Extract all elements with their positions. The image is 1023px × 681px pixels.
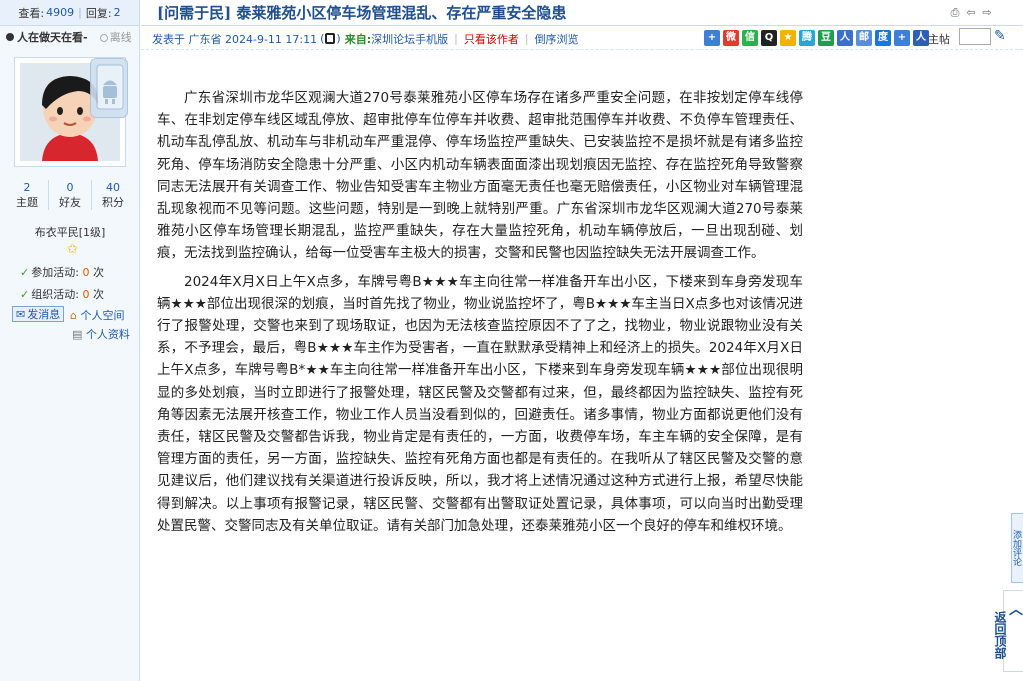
next-thread-icon[interactable]: ⇨ (981, 7, 993, 19)
post-content: 广东省深圳市龙华区观澜大道270号泰莱雅苑小区停车场存在诸多严重安全问题，在非按… (157, 87, 803, 543)
chevron-up-icon: ︿ (1009, 602, 1023, 618)
share-qzone-icon[interactable]: ★ (780, 30, 796, 46)
post-main: [问需于民] 泰莱雅苑小区停车场管理混乱、存在严重安全隐患 ⎙ ⇦ ⇨ 发表于 … (141, 0, 1023, 681)
offline-status: 离线 (99, 29, 132, 45)
leaf-icon: ✓ (20, 288, 30, 301)
online-status-icon (6, 33, 14, 41)
send-message-button[interactable]: ✉ 发消息 (12, 306, 65, 322)
post-paragraph: 2024年X月X日上午X点多，车牌号粤B★★★车主向往常一样准备开车出小区，下楼… (157, 273, 803, 534)
profile-icon: ▤ (72, 328, 83, 341)
personal-space-link[interactable]: ⌂ 个人空间 (70, 307, 124, 323)
join-activities: ✓ 参加活动: 0 次 (20, 266, 104, 279)
prev-thread-icon[interactable]: ⇦ (965, 7, 977, 19)
share-weibo-icon[interactable]: 微 (723, 30, 739, 46)
share-more-icon[interactable]: + (894, 30, 910, 46)
replies-label: 回复: (85, 6, 112, 20)
post-title-bar: [问需于民] 泰莱雅苑小区停车场管理混乱、存在严重安全隐患 (141, 0, 1023, 26)
posted-info: 发表于 广东省 2024-9-11 17:11 (152, 32, 318, 46)
author-stats: 2 主题 0 好友 40 积分 (6, 180, 134, 210)
only-author-link[interactable]: 只看该作者 (464, 31, 519, 47)
share-qq-icon[interactable]: Q (761, 30, 777, 46)
replies-value: 2 (113, 6, 121, 19)
author-sidebar: 查看: 4909 | 回复: 2 人在做天在看- 离线 2 主题 0 好友 40… (0, 0, 140, 681)
stat-friends[interactable]: 0 好友 (48, 180, 91, 210)
mobile-android-icon (90, 58, 128, 118)
reverse-browse-link[interactable]: 倒序浏览 (535, 31, 579, 47)
home-icon: ⌂ (70, 309, 77, 322)
stat-topics[interactable]: 2 主题 (6, 180, 48, 210)
share-renren-icon[interactable]: 人 (837, 30, 853, 46)
print-icon[interactable]: ⎙ (949, 7, 961, 19)
thread-stats-bar: 查看: 4909 | 回复: 2 (0, 0, 139, 26)
back-to-top-button[interactable]: ︿ 返回顶部 (993, 590, 1023, 672)
views-value: 4909 (46, 6, 75, 19)
share-baidu-icon[interactable]: 度 (875, 30, 891, 46)
share-add-icon[interactable]: + (704, 30, 720, 46)
title-tools: ⎙ ⇦ ⇨ (949, 7, 993, 19)
share-toolbar: + 微 信 Q ★ 腾 豆 人 邮 度 + 人 (704, 30, 929, 46)
go-pencil-icon[interactable]: ✎ (994, 28, 1006, 44)
share-tencent-weibo-icon[interactable]: 腾 (799, 30, 815, 46)
phone-icon (325, 33, 336, 44)
share-people-icon[interactable]: 人 (913, 30, 929, 46)
offline-icon (99, 34, 108, 42)
add-comment-float[interactable]: 添加评论 (1011, 513, 1023, 583)
envelope-icon: ✉ (16, 307, 26, 321)
floor-jump-input[interactable] (959, 28, 991, 45)
from-label: 来自: (344, 32, 372, 46)
page: 查看: 4909 | 回复: 2 人在做天在看- 离线 2 主题 0 好友 40… (0, 0, 1023, 681)
share-wechat-icon[interactable]: 信 (742, 30, 758, 46)
author-rank: 布衣平民[1级] (34, 226, 106, 239)
share-douban-icon[interactable]: 豆 (818, 30, 834, 46)
stat-points[interactable]: 40 积分 (91, 180, 134, 210)
views-label: 查看: (18, 6, 45, 20)
post-paragraph: 广东省深圳市龙华区观澜大道270号泰莱雅苑小区停车场存在诸多严重安全问题，在非按… (157, 90, 803, 262)
leaf-icon: ✓ (20, 266, 30, 279)
rank-star-icon: ✩ (67, 242, 78, 257)
author-name[interactable]: 人在做天在看- (17, 29, 88, 45)
post-title: [问需于民] 泰莱雅苑小区停车场管理混乱、存在严重安全隐患 (157, 4, 567, 22)
share-mail-icon[interactable]: 邮 (856, 30, 872, 46)
author-status: 人在做天在看- 离线 (0, 26, 139, 48)
org-activities: ✓ 组织活动: 0 次 (20, 288, 104, 301)
profile-link[interactable]: ▤ 个人资料 (72, 326, 130, 342)
floor-label: 主帖 (928, 33, 950, 46)
from-source-link[interactable]: 深圳论坛手机版 (371, 31, 448, 47)
